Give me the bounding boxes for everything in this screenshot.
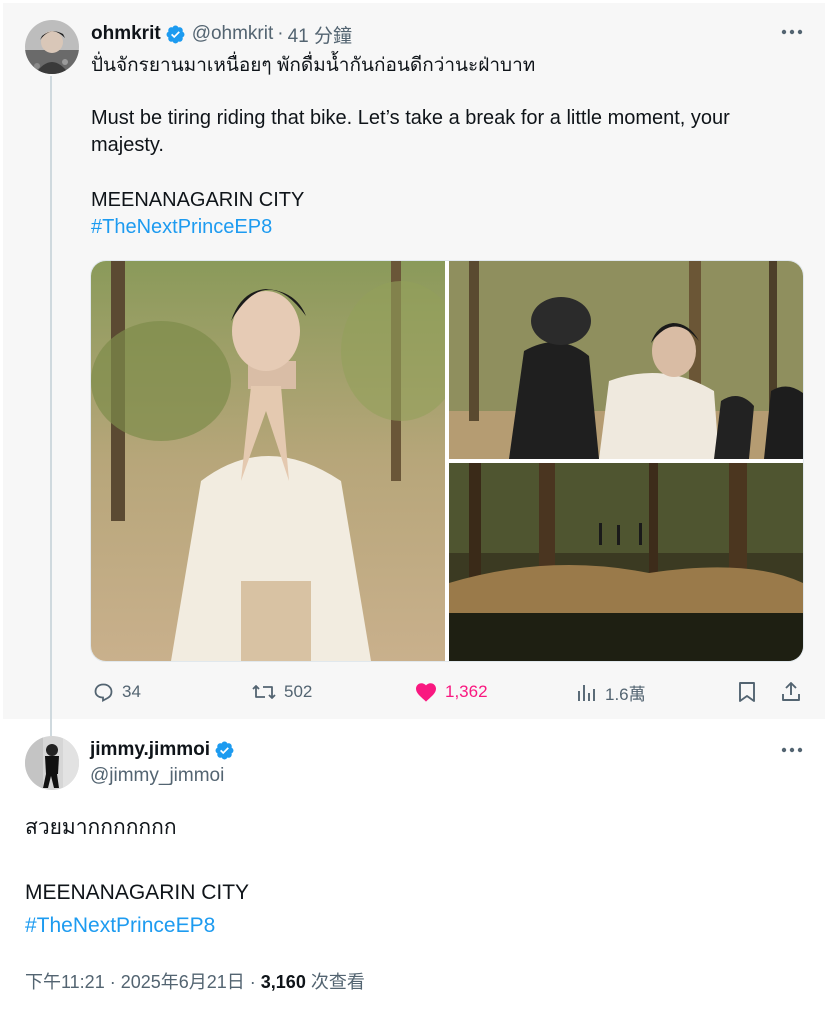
views-count: 3,160 [260, 972, 306, 992]
views-label: 次查看 [305, 972, 365, 992]
separator: · [277, 23, 284, 44]
tweet-text-city: MEENANAGARIN CITY [91, 189, 305, 211]
more-dots-icon[interactable] [779, 740, 805, 760]
repost-icon [252, 685, 276, 699]
reply-icon [94, 683, 113, 702]
display-name[interactable]: jimmy.jimmoi [90, 739, 210, 761]
repost-count: 502 [284, 682, 313, 701]
thread-connector-line [50, 76, 52, 736]
repost-button[interactable]: 502 [251, 680, 312, 704]
reply-button[interactable]: 34 [91, 680, 141, 704]
photo-prince-portrait[interactable] [91, 261, 445, 661]
like-count: 1,362 [445, 682, 488, 701]
reply-count: 34 [122, 682, 141, 701]
author-row: jimmy.jimmoi [90, 737, 241, 763]
timestamp[interactable]: 41 分鐘 [288, 21, 352, 48]
heart-icon [416, 683, 436, 702]
more-dots-icon[interactable] [779, 22, 805, 42]
media-grid [90, 260, 804, 662]
photo-helmet-scene[interactable] [449, 261, 803, 459]
bookmark-icon[interactable] [736, 680, 758, 704]
avatar[interactable] [25, 736, 79, 790]
views-count: 1.6萬 [605, 685, 646, 704]
like-button[interactable]: 1,362 [414, 680, 488, 704]
hashtag-link[interactable]: #TheNextPrinceEP8 [91, 214, 272, 241]
handle[interactable]: @ohmkrit [192, 23, 274, 45]
author-row: ohmkrit @ohmkrit · 41 分鐘 [91, 21, 352, 47]
views-chart-icon [578, 684, 595, 701]
verified-badge-icon [165, 24, 186, 45]
tweet-text-thai: ปั่นจักรยานมาเหนื่อยๆ พักดื่มน้ำกันก่อนด… [91, 55, 536, 76]
handle[interactable]: @jimmy_jimmoi [90, 765, 224, 787]
reply-text-city: MEENANAGARIN CITY [25, 881, 250, 904]
tweet-meta: 下午11:21 · 2025年6月21日 · 3,160 次查看 [25, 968, 365, 994]
avatar[interactable] [25, 20, 79, 74]
hashtag-link[interactable]: #TheNextPrinceEP8 [25, 912, 215, 939]
tweet-text-english: Must be tiring riding that bike. Let’s t… [91, 107, 730, 156]
display-name[interactable]: ohmkrit [91, 23, 161, 45]
photo-forest-pond[interactable] [449, 463, 803, 661]
views-button[interactable]: 1.6萬 [576, 680, 646, 705]
share-icon[interactable] [779, 680, 803, 704]
timestamp[interactable]: 下午11:21 · 2025年6月21日 · [25, 972, 261, 992]
reply-text-thai: สวยมากกกกกกก [25, 816, 177, 839]
verified-badge-icon [214, 740, 235, 761]
tweet-thread: ohmkrit @ohmkrit · 41 分鐘 ปั่นจักรยานมาเห… [0, 0, 836, 1018]
